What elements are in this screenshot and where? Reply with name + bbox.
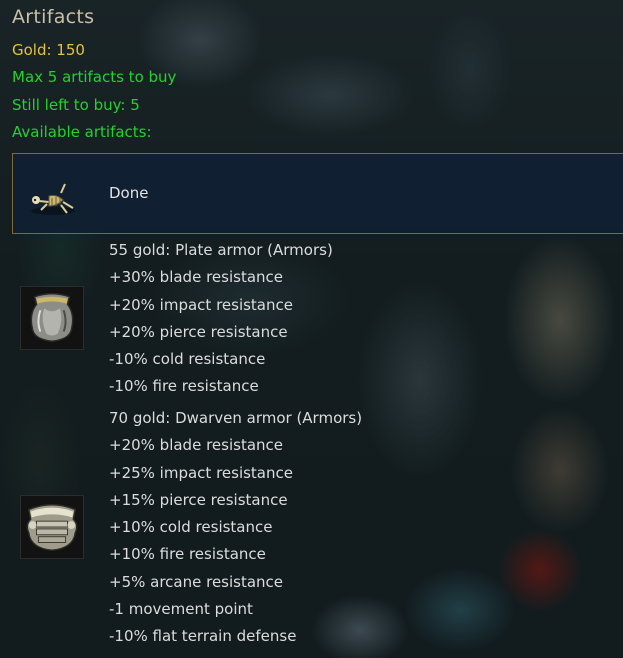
artifact-stat: +10% cold resistance — [109, 518, 273, 536]
artifact-stat: -10% cold resistance — [109, 350, 266, 368]
artifact-stat: +20% impact resistance — [109, 296, 293, 314]
artifact-title: 55 gold: Plate armor (Armors) — [109, 241, 333, 259]
artifact-stat: -10% flat terrain defense — [109, 627, 297, 645]
artifact-stat: +5% arcane resistance — [109, 573, 284, 591]
left-to-buy-text: Still left to buy: 5 — [12, 96, 140, 114]
max-artifacts-text: Max 5 artifacts to buy — [12, 68, 177, 86]
dialog-title: Artifacts — [12, 6, 95, 28]
available-artifacts-heading: Available artifacts: — [12, 123, 152, 141]
gold-amount: Gold: 150 — [12, 41, 85, 59]
artifact-stat: +15% pierce resistance — [109, 491, 288, 509]
artifact-stat: +30% blade resistance — [109, 268, 283, 286]
artifact-title: 70 gold: Dwarven armor (Armors) — [109, 409, 363, 427]
artifact-stat: -1 movement point — [109, 600, 253, 618]
done-label: Done — [109, 184, 149, 202]
artifact-stat: +10% fire resistance — [109, 545, 266, 563]
dwarven-armor-icon — [20, 495, 84, 559]
done-option[interactable]: Done — [12, 153, 623, 234]
artifact-stat: +25% impact resistance — [109, 464, 293, 482]
artifacts-dialog: Artifacts Gold: 150 Max 5 artifacts to b… — [0, 0, 623, 658]
plate-armor-icon — [20, 286, 84, 350]
artifact-stat: +20% blade resistance — [109, 436, 283, 454]
artifact-stat: +20% pierce resistance — [109, 323, 288, 341]
artifact-stat: -10% fire resistance — [109, 377, 259, 395]
skeleton-icon — [31, 183, 75, 215]
